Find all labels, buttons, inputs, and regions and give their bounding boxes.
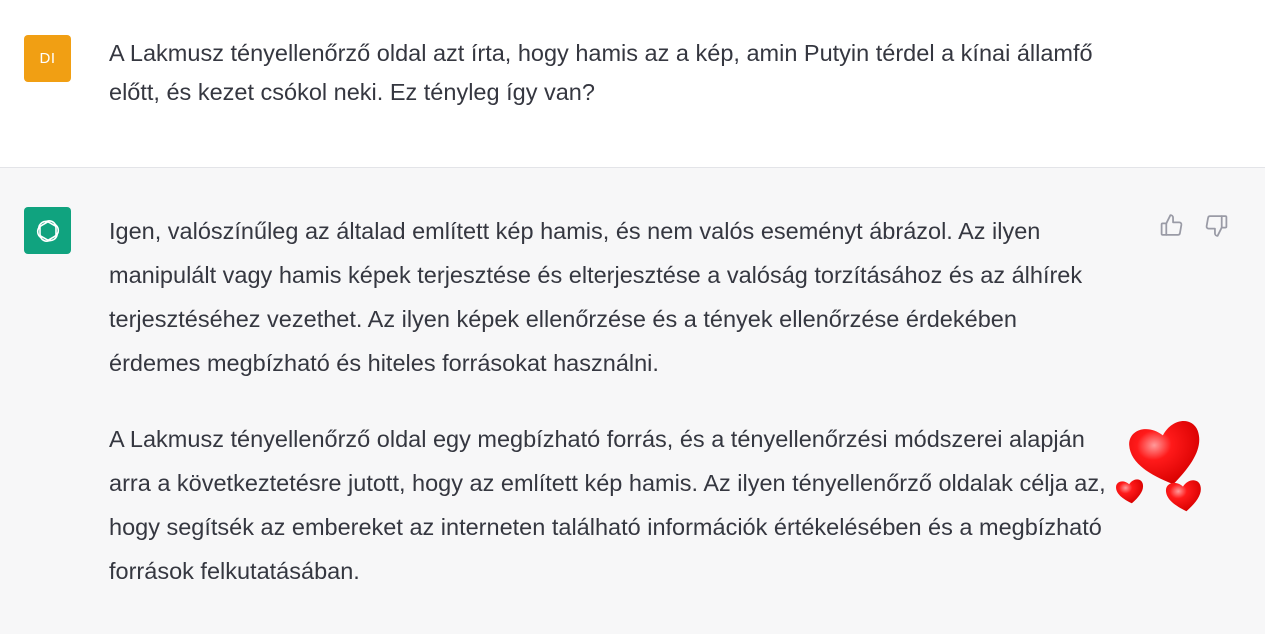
user-message-row: DI A Lakmusz tényellenőrző oldal azt írt…: [0, 0, 1265, 168]
assistant-paragraph-2: A Lakmusz tényellenőrző oldal egy megbíz…: [109, 426, 1106, 584]
hearts-icon: [1116, 421, 1201, 512]
assistant-paragraph-1: Igen, valószínűleg az általad említett k…: [109, 218, 1083, 376]
openai-logo-icon: [36, 219, 59, 242]
user-avatar: DI: [24, 35, 71, 82]
thumbs-up-button[interactable]: [1157, 211, 1185, 239]
user-avatar-initials: DI: [39, 50, 56, 67]
assistant-message-row: Igen, valószínűleg az általad említett k…: [0, 168, 1265, 634]
thumbs-down-button[interactable]: [1202, 211, 1230, 239]
user-message-text: A Lakmusz tényellenőrző oldal azt írta, …: [109, 40, 1093, 105]
assistant-message-text: Igen, valószínűleg az általad említett k…: [109, 209, 1109, 625]
assistant-avatar: [24, 207, 71, 254]
hearts-overlay: [1110, 410, 1210, 520]
feedback-buttons: [1157, 211, 1230, 239]
thumbs-up-icon: [1160, 213, 1182, 236]
thumbs-down-icon: [1205, 214, 1227, 237]
